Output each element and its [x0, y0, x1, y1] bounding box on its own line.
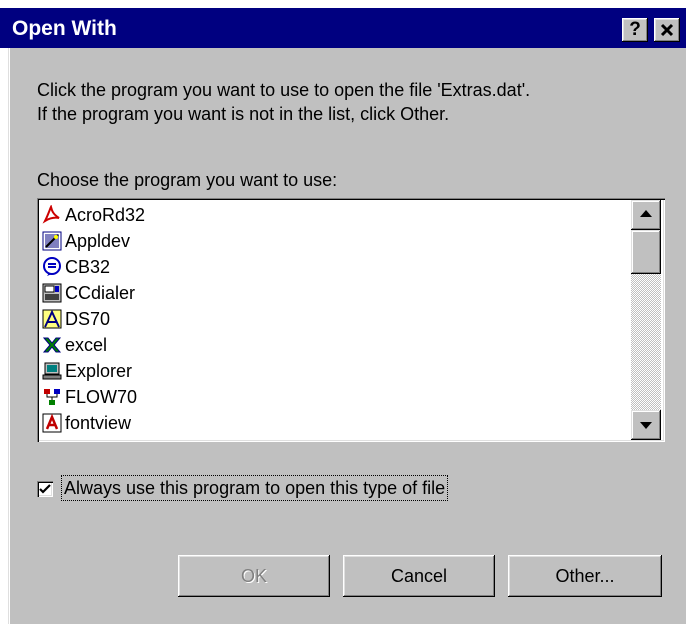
list-item-cb32[interactable]: CB32 — [41, 254, 110, 280]
window-title: Open With — [12, 17, 117, 40]
scroll-up-button[interactable] — [631, 200, 661, 230]
arrow-down-icon — [640, 422, 652, 429]
list-item-label: DS70 — [65, 308, 111, 329]
list-item-ccdialer[interactable]: CCdialer — [41, 280, 135, 306]
ds70-icon — [41, 308, 63, 330]
appldev-icon — [41, 230, 63, 252]
flow70-icon — [41, 386, 63, 408]
program-list-label: Choose the program you want to use: — [37, 170, 338, 190]
checkmark-icon — [39, 484, 51, 494]
list-item-appldev[interactable]: Appldev — [41, 228, 130, 254]
list-item-label: CCdialer — [65, 282, 136, 303]
scroll-down-button[interactable] — [631, 410, 661, 440]
title-bar[interactable]: Open With ? — [0, 8, 686, 48]
list-item-fontview[interactable]: fontview — [41, 410, 131, 436]
list-item-label: AcroRd32 — [65, 204, 146, 225]
list-item-flow70[interactable]: FLOW70 — [41, 384, 137, 410]
excel-icon — [41, 334, 63, 356]
always-use-checkbox[interactable] — [37, 481, 53, 497]
other-button[interactable]: Other... — [508, 555, 662, 597]
arrow-up-icon — [640, 210, 652, 217]
list-item-label: Appldev — [65, 230, 131, 251]
explorer-icon — [41, 360, 63, 382]
ccdialer-icon — [41, 282, 63, 304]
list-item-acrord32[interactable]: AcroRd32 — [41, 202, 145, 228]
list-item-ds70[interactable]: DS70 — [41, 306, 110, 332]
instruction-line-1: Click the program you want to use to ope… — [37, 80, 531, 100]
close-icon — [660, 23, 674, 37]
list-item-label: Explorer — [65, 360, 133, 381]
list-item-label: excel — [65, 334, 108, 355]
ok-button[interactable]: OK — [178, 555, 330, 597]
help-button[interactable]: ? — [622, 18, 648, 42]
list-item-excel[interactable]: excel — [41, 332, 107, 358]
fontview-icon — [41, 412, 63, 434]
list-item-explorer[interactable]: Explorer — [41, 358, 132, 384]
list-item-label: CB32 — [65, 256, 111, 277]
scroll-thumb[interactable] — [631, 230, 661, 274]
always-use-label[interactable]: Always use this program to open this typ… — [60, 475, 449, 501]
instruction-line-2: If the program you want is not in the li… — [37, 104, 450, 124]
cancel-button[interactable]: Cancel — [343, 555, 495, 597]
vertical-scrollbar[interactable] — [631, 200, 661, 440]
list-item-label: fontview — [65, 412, 132, 433]
list-item-label: FLOW70 — [65, 386, 138, 407]
cb32-icon — [41, 256, 63, 278]
acrobat-reader-icon — [41, 204, 63, 226]
close-button[interactable] — [654, 18, 680, 42]
program-list[interactable]: AcroRd32 Appldev CB32 CCdialer DS70 exce… — [37, 198, 665, 442]
